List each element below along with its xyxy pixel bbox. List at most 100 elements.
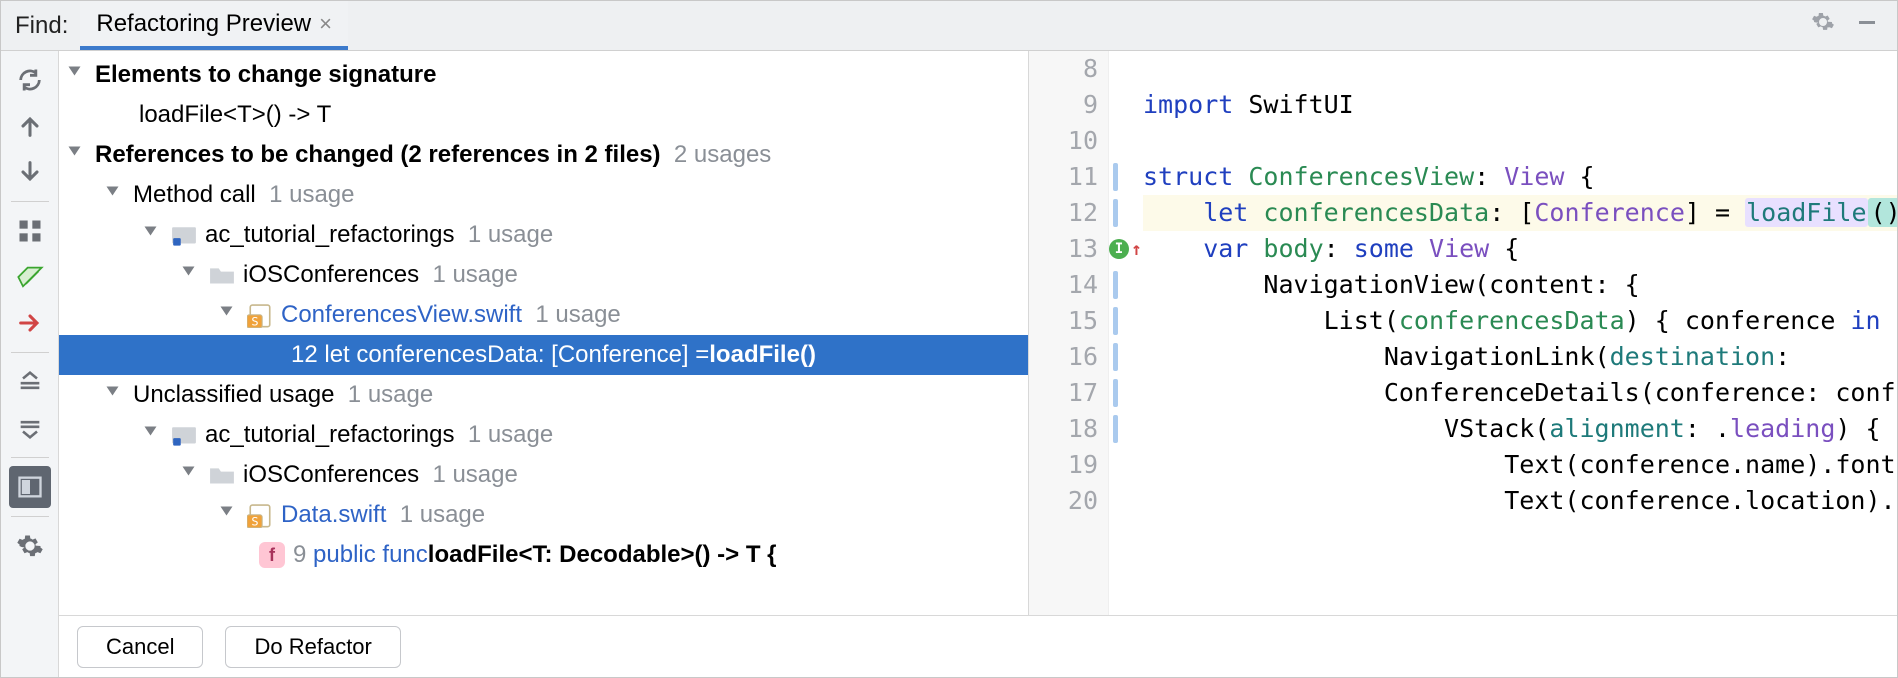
line-number: 9 (293, 541, 306, 569)
var: body (1263, 234, 1323, 263)
chevron-down-icon[interactable] (69, 65, 89, 85)
minimize-icon[interactable] (1845, 10, 1889, 41)
usage-hit-selected[interactable]: 12 let conferencesData: [Conference] = l… (59, 335, 1028, 375)
module-label: ac_tutorial_refactorings (205, 421, 454, 449)
folder-row[interactable]: iOSConferences 1 usage (59, 455, 1028, 495)
signature-text: loadFile<T>() -> T (139, 101, 331, 129)
find-label: Find: (9, 12, 80, 40)
folder-row[interactable]: iOSConferences 1 usage (59, 255, 1028, 295)
kw: let (1143, 198, 1263, 227)
line-num: 18 (1029, 411, 1098, 447)
code-text: SwiftUI (1248, 90, 1353, 119)
code-keyword: public func (313, 541, 428, 569)
chevron-down-icon[interactable] (221, 505, 241, 525)
section-references[interactable]: References to be changed (2 references i… (59, 135, 1028, 175)
code-line: ConferenceDetails(conference: confere (1143, 375, 1897, 411)
tab-refactoring-preview[interactable]: Refactoring Preview × (80, 1, 348, 50)
kw: var (1143, 234, 1263, 263)
chevron-down-icon[interactable] (183, 265, 203, 285)
arrow-down-icon[interactable] (9, 151, 51, 193)
change-marker-icon (1113, 379, 1118, 407)
code-text: let conferencesData: [Conference] = (324, 341, 709, 369)
chevron-down-icon[interactable] (107, 185, 127, 205)
line-num: 12 (1029, 195, 1098, 231)
usages-count: 1 usage (468, 421, 553, 449)
code-body[interactable]: import SwiftUI struct ConferencesView: V… (1139, 51, 1897, 615)
gear-icon[interactable] (1801, 10, 1845, 41)
line-num: 9 (1029, 87, 1098, 123)
var: conferencesData (1399, 306, 1625, 335)
usages-count: 1 usage (432, 261, 517, 289)
code-preview[interactable]: 8 9 10 11 12 13 14 15 16 17 18 19 20 (1029, 51, 1897, 615)
grid-icon[interactable] (9, 210, 51, 252)
group-method-call[interactable]: Method call 1 usage (59, 175, 1028, 215)
code-match: loadFile<T: Decodable>() -> T { (428, 541, 777, 569)
code-line: NavigationView(content: { (1143, 267, 1897, 303)
svg-text:S: S (251, 515, 258, 528)
do-refactor-button[interactable]: Do Refactor (225, 626, 400, 668)
kw: struct (1143, 162, 1248, 191)
chevron-down-icon[interactable] (107, 385, 127, 405)
gutter: 8 9 10 11 12 13 14 15 16 17 18 19 20 (1029, 51, 1109, 615)
usage-hit[interactable]: f 9 public func loadFile<T: Decodable>()… (59, 535, 1028, 575)
exclude-icon[interactable] (9, 302, 51, 344)
usages-count: 1 usage (535, 301, 620, 329)
usages-tree[interactable]: Elements to change signature loadFile<T>… (59, 51, 1029, 615)
chevron-down-icon[interactable] (145, 425, 165, 445)
line-num: 11 (1029, 159, 1098, 195)
code-match: loadFile() (709, 341, 816, 369)
file-label: ConferencesView.swift (281, 301, 522, 329)
call-highlight: loadFile (1745, 198, 1867, 227)
section-title: References to be changed (2 references i… (95, 141, 661, 169)
kw: in (1850, 306, 1880, 335)
file-row[interactable]: S ConferencesView.swift 1 usage (59, 295, 1028, 335)
implements-icon[interactable]: I (1109, 239, 1129, 259)
change-marker-icon (1113, 163, 1118, 191)
chevron-down-icon[interactable] (221, 305, 241, 325)
module-row[interactable]: ac_tutorial_refactorings 1 usage (59, 215, 1028, 255)
preview-toggle-icon[interactable] (9, 466, 51, 508)
param: destination (1610, 342, 1776, 371)
line-num: 15 (1029, 303, 1098, 339)
usages-count: 2 usages (674, 141, 771, 169)
override-up-icon[interactable]: ↑ (1131, 239, 1142, 260)
section-elements-to-change[interactable]: Elements to change signature (59, 55, 1028, 95)
file-row[interactable]: S Data.swift 1 usage (59, 495, 1028, 535)
module-row[interactable]: ac_tutorial_refactorings 1 usage (59, 415, 1028, 455)
expand-all-icon[interactable] (9, 361, 51, 403)
module-icon (171, 224, 197, 246)
change-marker-icon (1113, 199, 1118, 227)
close-icon[interactable]: × (319, 11, 332, 37)
line-num: 17 (1029, 375, 1098, 411)
cancel-button[interactable]: Cancel (77, 626, 203, 668)
collapse-all-icon[interactable] (9, 407, 51, 449)
topbar: Find: Refactoring Preview × (1, 1, 1897, 51)
chevron-down-icon[interactable] (69, 145, 89, 165)
swift-file-icon: S (247, 504, 273, 526)
line-num: 19 (1029, 447, 1098, 483)
change-marker-icon (1113, 271, 1118, 299)
chevron-down-icon[interactable] (145, 225, 165, 245)
module-icon (171, 424, 197, 446)
folder-icon (209, 264, 235, 286)
group-unclassified[interactable]: Unclassified usage 1 usage (59, 375, 1028, 415)
chevron-down-icon[interactable] (183, 465, 203, 485)
type-name: ConferencesView (1248, 162, 1474, 191)
line-num: 14 (1029, 267, 1098, 303)
group-label: Unclassified usage (133, 381, 334, 409)
enum: leading (1730, 414, 1835, 443)
include-icon[interactable] (9, 256, 51, 298)
refresh-icon[interactable] (9, 59, 51, 101)
folder-label: iOSConferences (243, 261, 419, 289)
tab-label: Refactoring Preview (96, 10, 311, 38)
folder-label: iOSConferences (243, 461, 419, 489)
function-icon: f (259, 542, 285, 568)
arrow-up-icon[interactable] (9, 105, 51, 147)
var: conferencesData (1263, 198, 1489, 227)
signature-row[interactable]: loadFile<T>() -> T (59, 95, 1028, 135)
code-line: Text(conference.name).font(.h (1143, 447, 1897, 483)
settings-icon[interactable] (9, 525, 51, 567)
line-num: 16 (1029, 339, 1098, 375)
button-bar: Cancel Do Refactor (59, 615, 1897, 677)
folder-icon (209, 464, 235, 486)
